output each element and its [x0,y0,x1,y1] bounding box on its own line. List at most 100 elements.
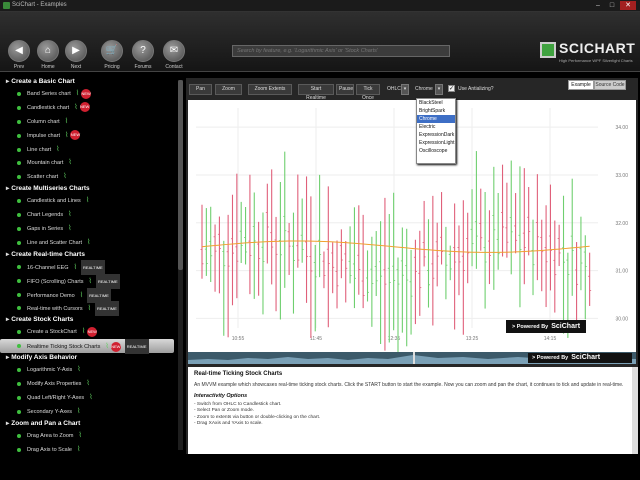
example-item[interactable]: Line chart ⌇ [0,143,180,157]
stock-chart-svg[interactable]: 10:55 11:45 12:35 13:25 14:1534.0033.0032.00… [188,100,636,352]
expand-arrow-icon[interactable]: ▸ [6,78,9,85]
series-type-dropdown[interactable]: ▾ [401,84,409,95]
category-header[interactable]: ▸ Create Real-time Charts [0,250,180,260]
stock-chart[interactable]: 10:55 11:45 12:35 13:25 14:15 34.00 33.00 32.00… [188,100,636,352]
antialias-checkbox[interactable]: ✓ [448,85,455,92]
next-button[interactable]: ▶ Next [63,40,89,70]
example-item[interactable]: Column chart ⌇ [0,115,180,129]
tab-example[interactable]: Example [568,80,594,90]
category-header[interactable]: ▸ Create Multiseries Charts [0,184,180,194]
example-item[interactable]: Chart Legends ⌇ [0,208,180,222]
expand-arrow-icon[interactable]: ▸ [6,251,9,258]
minimize-button[interactable]: – [592,1,604,10]
example-item[interactable]: Mountain chart ⌇ [0,156,180,170]
close-button[interactable]: ✕ [620,1,636,10]
pause-button[interactable]: Pause [336,84,354,95]
theme-option[interactable]: ExpressionDark [417,131,455,139]
example-item[interactable]: Real-time with Cursors ⌇ REALTIME [0,301,180,317]
example-item[interactable]: Secondary Y-Axes ⌇ [0,405,180,419]
example-item[interactable]: Candlestick chart ⌇ NEW [0,101,180,115]
new-badge: NEW [79,102,90,113]
expand-arrow-icon[interactable]: ▸ [6,420,9,427]
example-item[interactable]: Scatter chart ⌇ [0,170,180,184]
example-item[interactable]: FIFO (Scrolling) Charts ⌇ REALTIME [0,273,180,289]
chart-thumbnail-icon: ⌇ [86,380,90,388]
pricing-button[interactable]: 🛒 Pricing [99,40,125,70]
home-button[interactable]: ⌂ Home [35,40,61,70]
bullet-icon [17,161,21,166]
theme-option[interactable]: BrightSpark [417,107,455,115]
expand-arrow-icon[interactable]: ▸ [6,185,9,192]
expand-arrow-icon[interactable]: ▸ [6,316,9,323]
pan-button[interactable]: Pan [189,84,212,95]
chart-thumbnail-icon: ⌇ [76,407,81,415]
expand-arrow-icon[interactable]: ▸ [6,354,9,361]
theme-dropdown-button[interactable]: ▾ [435,84,443,95]
contact-button[interactable]: ✉ Contact [161,40,187,70]
category-header[interactable]: ▸ Create Stock Charts [0,315,180,325]
example-item-label: Candlestick and Lines [27,198,81,205]
sidebar-scrollbar-thumb[interactable] [178,80,183,270]
theme-dropdown-list[interactable]: BlackSteel BrightSpark Chrome Electric Expre… [416,98,456,164]
example-item[interactable]: Line and Scatter Chart ⌇ [0,236,180,250]
zoom-button[interactable]: Zoom [215,84,242,95]
example-item-label: Chart Legends [27,212,64,219]
category-header[interactable]: ▸ Zoom and Pan a Chart [0,419,180,429]
example-item[interactable]: Modify Axis Properties ⌇ [0,377,180,391]
category-header[interactable]: ▸ Create a Basic Chart [0,77,180,87]
theme-option[interactable]: ExpressionLight [417,139,455,147]
example-item[interactable]: Candlestick and Lines ⌇ [0,194,180,208]
example-item[interactable]: Create a StockChart ⌇ NEW [0,325,180,339]
example-item[interactable]: Drag Axis to Scale ⌇ [0,443,180,454]
prev-button[interactable]: ◀ Prev [6,40,32,70]
bullet-icon [17,119,21,124]
app-icon [3,2,10,9]
example-item[interactable]: Gaps in Series ⌇ [0,222,180,236]
bullet-icon [17,330,21,335]
chart-thumbnail-icon: ⌇ [73,263,78,271]
y-tick-label: 32.00 [615,221,628,227]
example-item[interactable]: Band Series chart ⌇ NEW [0,87,180,101]
example-item-label: Band Series chart [27,90,71,97]
category-header[interactable]: ▸ Modify Axis Behavior [0,353,180,363]
sidebar-scrollbar[interactable] [178,80,183,450]
description-scrollbar[interactable] [632,367,638,454]
description-bullet: - Drag XAxis and YAxis to scale. [194,421,263,426]
example-item[interactable]: Impulse chart ⌇ NEW [0,129,180,143]
example-item-label: Drag Area to Zoom [27,432,74,439]
bullet-icon [17,133,21,138]
chart-thumbnail-icon: ⌇ [85,197,90,205]
example-item[interactable]: Realtime Ticking Stock Charts ⌇ NEW REALTIM… [0,339,174,355]
search-input[interactable] [237,46,449,56]
chart-thumbnail-icon: ⌇ [68,225,72,233]
prev-label: Prev [13,64,25,70]
chart-thumbnail-icon: ⌇ [56,145,60,153]
zoom-extents-button[interactable]: Zoom Extents [248,84,292,95]
theme-option[interactable]: BlackSteel [417,99,455,107]
example-item[interactable]: Performance Demo ⌇ REALTIME [0,287,180,303]
category-title: Modify Axis Behavior [11,354,78,362]
maximize-button[interactable]: □ [606,1,618,10]
realtime-badge: REALTIME [95,273,120,289]
search-box[interactable] [232,45,450,57]
example-item-label: Performance Demo [27,292,75,299]
question-icon: ? [132,40,154,62]
example-item[interactable]: 16-Channel EEG ⌇ REALTIME [0,259,180,275]
forums-button[interactable]: ? Forums [130,40,156,70]
theme-option[interactable]: Electric [417,123,455,131]
bullet-icon [17,199,21,204]
example-item-label: Secondary Y-Axes [27,408,72,415]
start-realtime-button[interactable]: Start Realtime [298,84,334,101]
example-item[interactable]: Quad Left/Right Y-Axes ⌇ [0,391,180,405]
theme-option[interactable]: Chrome [417,115,455,123]
chart-thumbnail-icon: ⌇ [87,238,91,246]
tab-source-code[interactable]: Source Code [594,80,626,90]
bullet-icon [17,344,21,349]
example-item[interactable]: Drag Area to Zoom ⌇ [0,429,180,443]
tick-once-button[interactable]: Tick Once [356,84,380,101]
description-panel: Real-time Ticking Stock Charts An MVVM e… [188,367,632,454]
theme-option[interactable]: Oscilloscope [417,147,455,155]
x-tick-label: 10:55 [232,336,245,342]
example-item[interactable]: Logarithmic Y-Axis ⌇ [0,363,180,377]
example-item-label: Column chart [27,118,60,125]
